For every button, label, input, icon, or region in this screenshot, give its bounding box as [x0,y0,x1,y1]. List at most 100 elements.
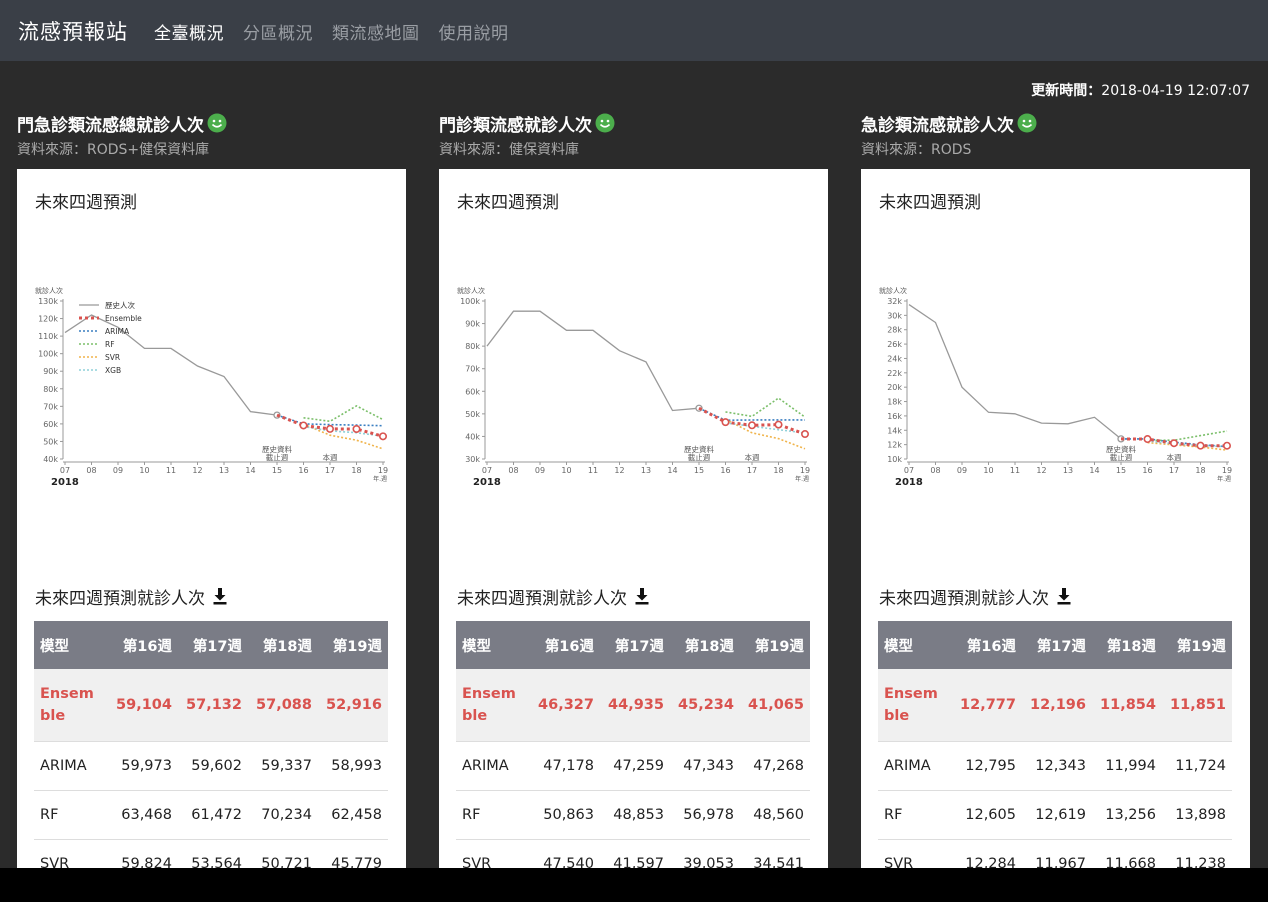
value-cell: 47,343 [670,741,740,791]
value-cell: 47,259 [600,741,670,791]
panel-title: 急診類流感就診人次 [861,111,1250,136]
value-cell: 45,234 [670,669,740,742]
legend-label: SVR [105,353,120,362]
y-tick-label: 70k [43,402,58,411]
value-cell: 12,795 [952,741,1022,791]
value-cell: 34,541 [740,839,810,868]
forecast-title: 未來四週預測 [879,193,981,213]
smiley-icon [1017,113,1037,133]
x-tick-label: 08 [86,466,96,475]
x-tick-label: 08 [930,466,940,475]
annotation-this-week: 本週 [1167,452,1183,462]
nav-item-regions[interactable]: 分區概況 [243,19,313,44]
x-tick-label: 12 [614,466,624,475]
download-icon[interactable] [635,588,649,605]
table-header-cell: 第18週 [248,621,318,669]
value-cell: 41,065 [740,669,810,742]
model-name-cell: SVR [456,839,530,868]
y-tick-label: 80k [43,385,58,394]
y-tick-label: 40k [465,432,480,441]
chart-svg: 就診人次 10k 12k 14k 16k 18k 20k 22k 24k 26k 28k 30k 32k… [879,287,1232,488]
value-cell: 39,053 [670,839,740,868]
table-row: RF 63,468 61,472 70,234 62,458 [34,790,388,840]
ensemble-point [352,425,361,434]
table-row: SVR 59,824 53,564 50,721 45,779 [34,839,388,868]
top-navbar: 流感預報站 全臺概況 分區概況 類流感地圖 使用說明 [0,0,1268,61]
table-header-cell: 模型 [456,621,530,669]
value-cell: 58,993 [318,741,388,791]
download-icon[interactable] [213,588,227,605]
x-tick-label: 17 [325,466,335,475]
value-cell: 53,564 [178,839,248,868]
value-cell: 59,973 [108,741,178,791]
table-header-cell: 模型 [34,621,108,669]
table-header-cell: 第16週 [952,621,1022,669]
table-title-text: 未來四週預測就診人次 [457,589,627,609]
nav-item-overview[interactable]: 全臺概況 [154,19,224,44]
y-tick-label: 80k [465,342,480,351]
x-axis-label: 年.週 [795,475,809,483]
series-line-rf [303,404,384,423]
value-cell: 11,724 [1162,741,1232,791]
value-cell: 41,597 [600,839,670,868]
table-header-cell: 第19週 [740,621,810,669]
value-cell: 48,853 [600,790,670,840]
model-name-cell: Ensemble [34,669,108,742]
y-tick-label: 12k [887,441,902,450]
ensemble-point [774,420,783,429]
value-cell: 12,605 [952,790,1022,840]
y-tick-label: 28k [887,326,902,335]
table-header-cell: 第16週 [108,621,178,669]
panel-outpatient: 門診類流感就診人次 資料來源：健保資料庫 未來四週預測 就診人次 30k 40k 50… [439,111,828,868]
x-tick-label: 18 [351,466,361,475]
forecast-title: 未來四週預測 [35,193,137,213]
table-header-cell: 第17週 [600,621,670,669]
value-cell: 47,178 [530,741,600,791]
value-cell: 12,343 [1022,741,1092,791]
ensemble-point [1169,439,1178,448]
value-cell: 45,779 [318,839,388,868]
chart-svg: 就診人次 40k 50k 60k 70k 80k 90k 100k 110k 120k 130k 07… [35,287,388,488]
value-cell: 47,268 [740,741,810,791]
y-tick-label: 110k [38,332,58,341]
x-tick-label: 19 [800,466,810,475]
x-tick-label: 07 [482,466,492,475]
panel-title: 門急診類流感總就診人次 [17,111,406,136]
panel-title-text: 急診類流感就診人次 [861,115,1014,136]
table-row: Ensemble 46,327 44,935 45,234 41,065 [456,669,810,742]
brand-title[interactable]: 流感預報站 [18,16,128,46]
nav-item-map[interactable]: 類流感地圖 [332,19,420,44]
panel-title-text: 門診類流感就診人次 [439,115,592,136]
value-cell: 50,721 [248,839,318,868]
value-cell: 57,132 [178,669,248,742]
nav-item-help[interactable]: 使用說明 [439,19,509,44]
legend-label: ARIMA [105,327,130,336]
model-name-cell: RF [456,790,530,840]
update-time: 更新時間：2018-04-19 12:07:07 [1031,80,1250,100]
y-tick-label: 22k [887,369,902,378]
x-tick-label: 09 [113,466,123,475]
table-header-cell: 第19週 [1162,621,1232,669]
value-cell: 48,560 [740,790,810,840]
panel-source: 資料來源：健保資料庫 [439,142,579,158]
y-tick-label: 30k [465,455,480,464]
x-axis-label: 年.週 [1217,475,1231,483]
x-tick-label: 10 [139,466,149,475]
panel-source: 資料來源：RODS+健保資料庫 [17,142,210,158]
table-header-cell: 第17週 [1022,621,1092,669]
download-icon[interactable] [1057,588,1071,605]
value-cell: 11,238 [1162,839,1232,868]
value-cell: 70,234 [248,790,318,840]
table-row: SVR 47,540 41,597 39,053 34,541 [456,839,810,868]
x-tick-label: 15 [272,466,282,475]
model-name-cell: RF [34,790,108,840]
panel-title: 門診類流感就診人次 [439,111,828,136]
x-tick-label: 11 [1010,466,1020,475]
ensemble-point [1196,441,1205,450]
value-cell: 11,994 [1092,741,1162,791]
panel-total: 門急診類流感總就診人次 資料來源：RODS+健保資料庫 未來四週預測 就診人次 4… [17,111,406,868]
value-cell: 59,337 [248,741,318,791]
table-row: Ensemble 59,104 57,132 57,088 52,916 [34,669,388,742]
y-tick-label: 26k [887,340,902,349]
value-cell: 46,327 [530,669,600,742]
